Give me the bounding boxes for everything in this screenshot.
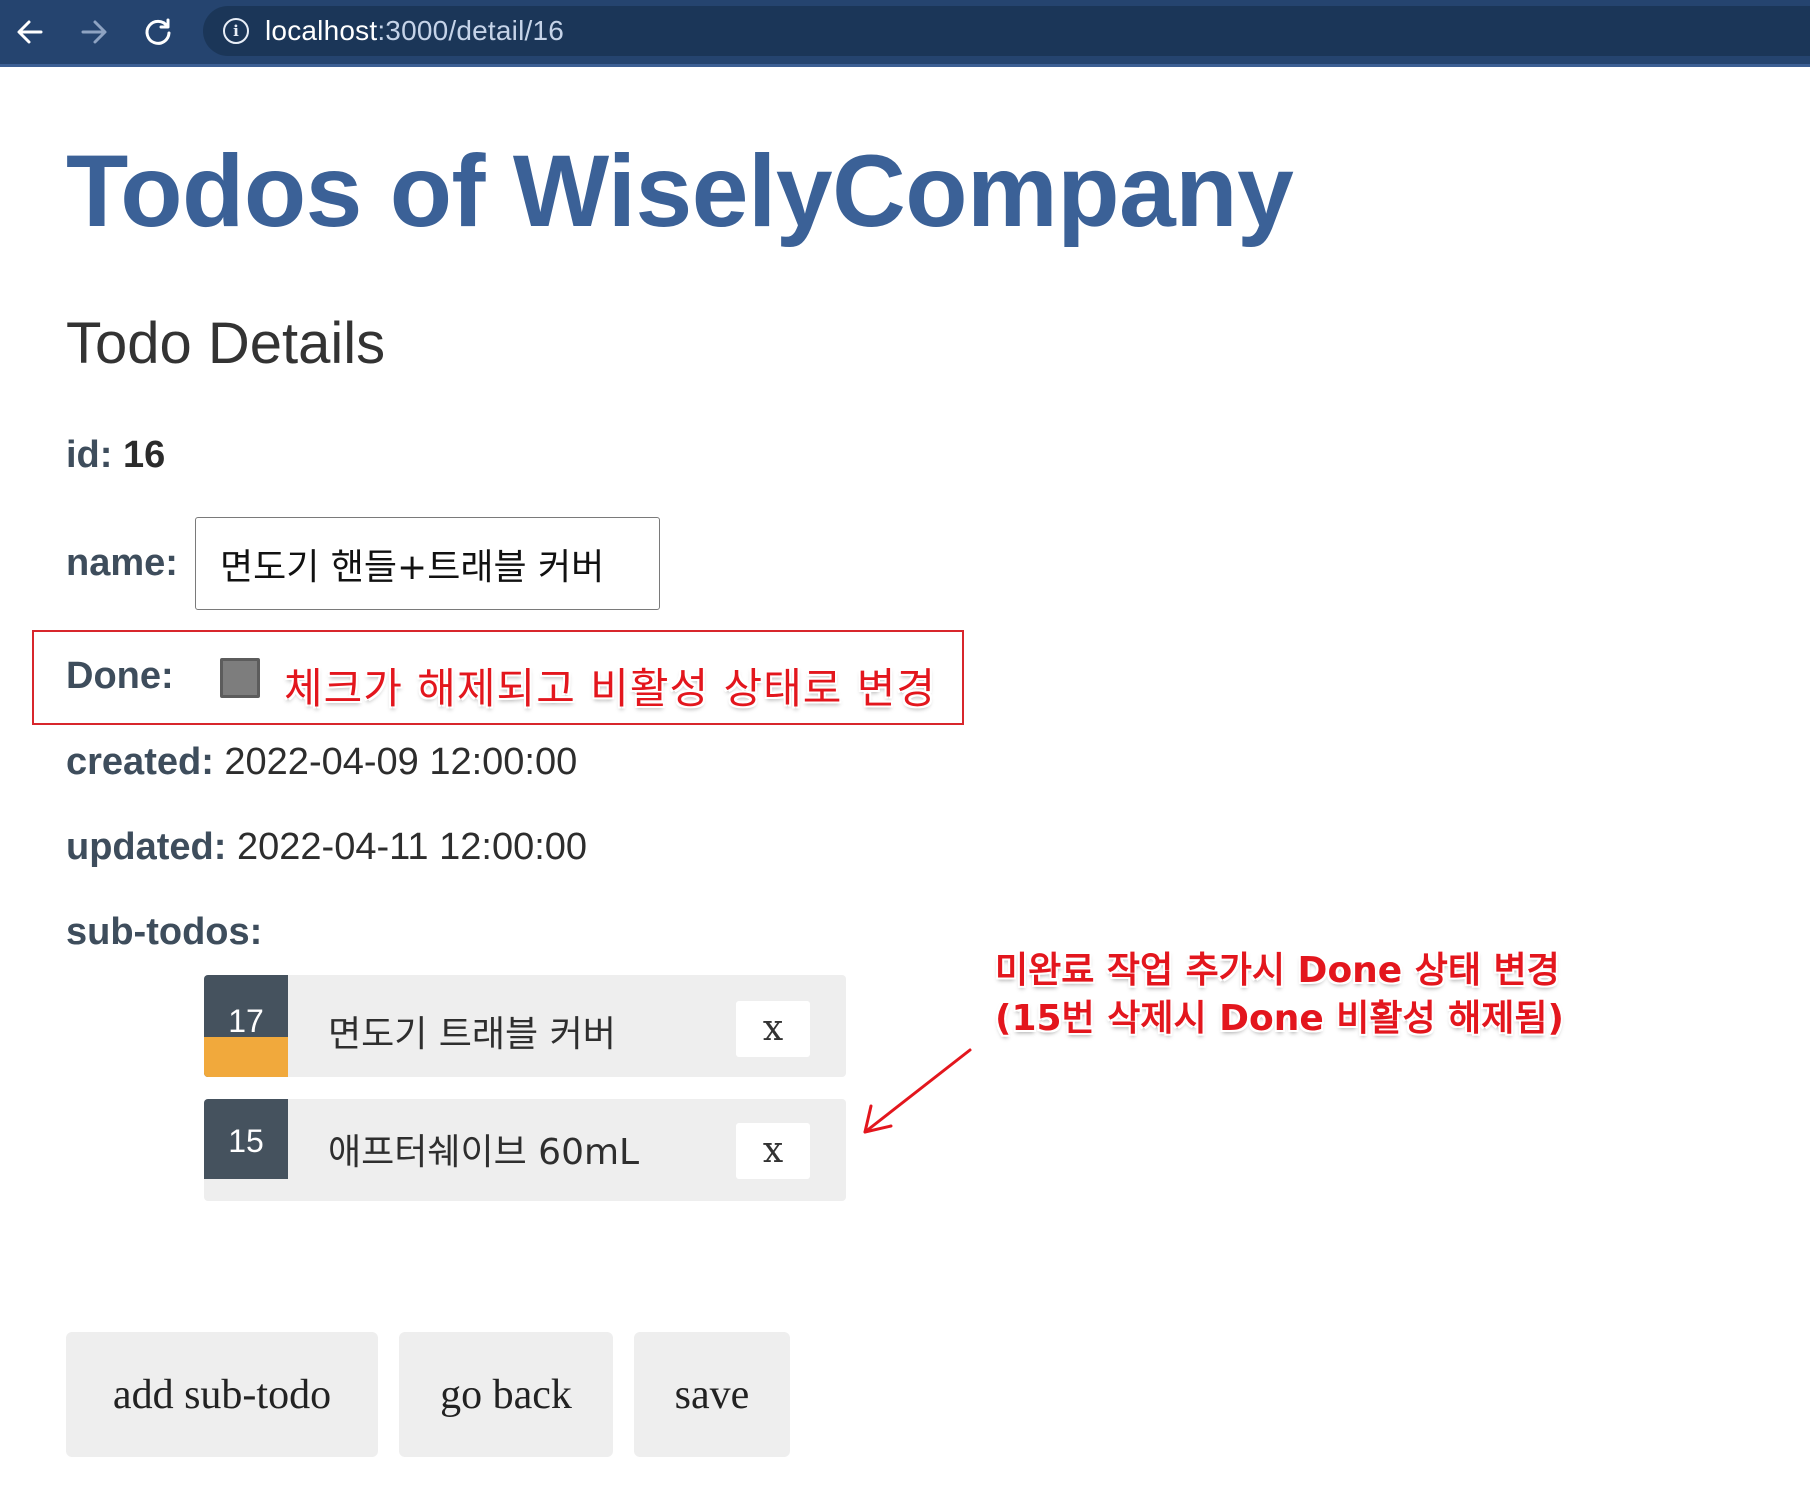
subtodo-annotation-line1: 미완료 작업 추가시 Done 상태 변경 (995, 950, 1560, 991)
created-label: created: (66, 741, 214, 783)
reload-icon (145, 18, 171, 45)
id-value: 16 (123, 434, 166, 476)
subtodo-id-badge: 15 (204, 1099, 288, 1179)
done-label: Done: (66, 655, 174, 697)
subtodo-item[interactable]: 17 면도기 트래블 커버 x (204, 975, 846, 1077)
annotation-arrow-icon (863, 1048, 972, 1134)
done-checkbox[interactable] (220, 658, 260, 698)
url-text[interactable]: localhost:3000/detail/16 (265, 15, 564, 47)
url-path: :3000/detail/16 (377, 15, 565, 46)
arrow-right-icon (81, 20, 107, 44)
subtodo-progress-bar (204, 1037, 288, 1077)
subtodo-annotation: 미완료 작업 추가시 Done 상태 변경 (15번 삭제시 Done 비활성 … (995, 947, 1564, 1043)
name-label: name: (66, 542, 178, 584)
subtodos-row: sub-todos: (66, 913, 262, 951)
name-row: name: (66, 544, 178, 582)
name-input[interactable] (195, 517, 660, 610)
subtodo-id: 17 (228, 1003, 264, 1039)
info-icon[interactable]: i (223, 18, 249, 44)
subtodo-annotation-line2: (15번 삭제시 Done 비활성 해제됨) (995, 998, 1564, 1039)
forward-button[interactable] (76, 14, 112, 50)
save-button[interactable]: save (634, 1332, 790, 1457)
subtodo-id: 15 (228, 1123, 264, 1159)
delete-subtodo-button[interactable]: x (736, 1001, 810, 1057)
app-title: Todos of WiselyCompany (66, 134, 1294, 248)
created-value: 2022-04-09 12:00:00 (224, 741, 578, 783)
created-row: created: 2022-04-09 12:00:00 (66, 743, 577, 781)
subtodo-item[interactable]: 15 애프터쉐이브 60mL x (204, 1099, 846, 1201)
subtodos-label: sub-todos: (66, 911, 263, 953)
subtodo-name: 면도기 트래블 커버 (328, 1014, 616, 1055)
delete-subtodo-button[interactable]: x (736, 1123, 810, 1179)
updated-value: 2022-04-11 12:00:00 (237, 826, 588, 868)
section-title: Todo Details (66, 311, 386, 376)
updated-row: updated: 2022-04-11 12:00:00 (66, 828, 587, 866)
done-row: Done: (66, 657, 174, 695)
url-host: localhost (265, 15, 378, 46)
arrow-left-icon (17, 20, 43, 44)
go-back-button[interactable]: go back (399, 1332, 613, 1457)
address-bar[interactable]: i localhost:3000/detail/16 (203, 6, 1810, 56)
subtodo-id-badge: 17 (204, 975, 288, 1077)
id-label: id: (66, 434, 113, 476)
id-row: id: 16 (66, 436, 165, 474)
browser-toolbar: i localhost:3000/detail/16 (0, 0, 1810, 67)
updated-label: updated: (66, 826, 227, 868)
add-subtodo-button[interactable]: add sub-todo (66, 1332, 378, 1457)
reload-button[interactable] (140, 14, 176, 50)
done-annotation: 체크가 해제되고 비활성 상태로 변경 (284, 664, 937, 713)
subtodo-name: 애프터쉐이브 60mL (328, 1132, 640, 1173)
back-button[interactable] (12, 14, 48, 50)
